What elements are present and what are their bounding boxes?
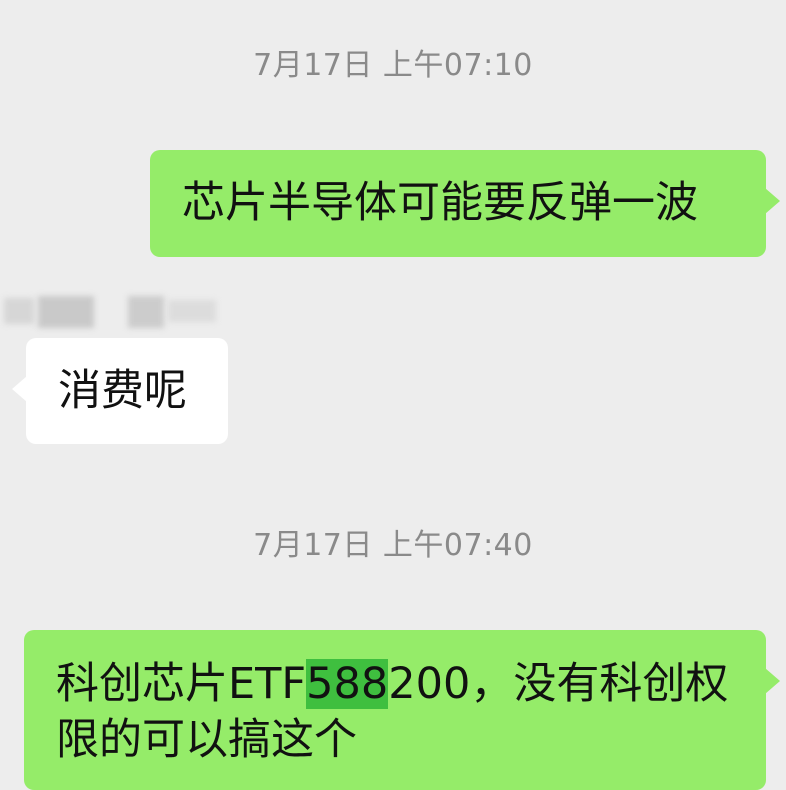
message-text: 芯片半导体可能要反弹一波 bbox=[182, 178, 698, 228]
timestamp-2: 7月17日 上午07:40 bbox=[253, 528, 533, 563]
sent-message-bubble-2[interactable]: 科创芯片ETF588200，没有科创权限的可以搞这个 bbox=[24, 630, 780, 790]
blurred-name-fragment bbox=[128, 296, 164, 328]
message-text: 消费呢 bbox=[58, 366, 187, 416]
message-text-part1: 科创芯片ETF bbox=[56, 659, 307, 709]
blurred-name-fragment bbox=[168, 300, 216, 322]
bubble-tail bbox=[765, 668, 780, 694]
blurred-name-fragment bbox=[4, 298, 34, 324]
bubble-tail bbox=[765, 188, 780, 214]
bubble-tail bbox=[12, 376, 27, 402]
sent-message-bubble-1[interactable]: 芯片半导体可能要反弹一波 bbox=[150, 150, 780, 257]
message-text-highlight: 588 bbox=[306, 659, 389, 709]
blurred-name-fragment bbox=[38, 296, 94, 328]
received-message-bubble[interactable]: 消费呢 bbox=[12, 338, 228, 444]
sender-name-blurred bbox=[0, 290, 230, 334]
timestamp-1: 7月17日 上午07:10 bbox=[253, 48, 533, 83]
